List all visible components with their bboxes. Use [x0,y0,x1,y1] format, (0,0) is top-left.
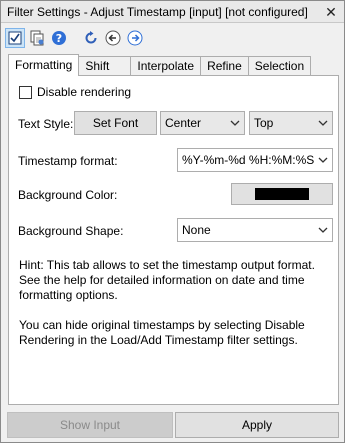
show-input-button[interactable]: Show Input [7,412,173,438]
background-shape-select[interactable]: None [177,218,333,242]
chevron-down-icon [230,120,240,126]
checkbox-toggle-icon[interactable] [5,28,25,48]
hint-paragraph: Hint: This tab allows to set the timesta… [19,258,315,302]
title-bar[interactable]: Filter Settings - Adjust Timestamp [inpu… [1,1,344,23]
timestamp-format-label: Timestamp format: [18,154,118,168]
bottom-bar: Show Input Apply [1,408,344,442]
forward-icon[interactable] [125,28,145,48]
hint-paragraph: You can hide original timestamps by sele… [19,318,305,347]
tab-refine[interactable]: Refine [201,56,249,76]
refresh-icon[interactable] [81,28,101,48]
apply-button[interactable]: Apply [175,412,339,438]
disable-rendering-label: Disable rendering [37,85,132,99]
formatting-panel: Disable rendering Text Style: Set Font C… [8,75,339,405]
svg-text:?: ? [56,32,62,45]
copy-settings-icon[interactable] [27,28,47,48]
timestamp-format-value: %Y-%m-%d %H:%M:%S [182,153,315,167]
hint-text: Hint: This tab allows to set the timesta… [19,258,334,363]
back-icon[interactable] [103,28,123,48]
alignment-select[interactable]: Center [160,111,245,135]
background-shape-label: Background Shape: [18,224,124,238]
chevron-down-icon [318,120,328,126]
background-color-label: Background Color: [18,188,118,202]
toolbar: ? [1,24,344,52]
chevron-down-icon [318,227,328,233]
close-icon[interactable]: ✕ [323,4,339,20]
tab-selection[interactable]: Selection [248,56,312,76]
help-icon[interactable]: ? [49,28,69,48]
window-title: Filter Settings - Adjust Timestamp [inpu… [7,5,308,19]
disable-rendering-checkbox[interactable] [19,85,32,99]
background-color-button[interactable] [231,183,333,205]
alignment-value: Center [165,116,202,130]
disable-rendering-row[interactable]: Disable rendering [19,85,131,99]
background-color-swatch [255,188,309,200]
chevron-down-icon [318,157,328,163]
filter-settings-window: Filter Settings - Adjust Timestamp [inpu… [0,0,345,443]
tab-interpolate[interactable]: Interpolate [131,56,202,76]
position-value: Top [254,116,274,130]
timestamp-format-combo[interactable]: %Y-%m-%d %H:%M:%S [177,148,333,172]
text-style-label: Text Style: [18,117,74,131]
set-font-button[interactable]: Set Font [74,111,157,135]
tab-strip: Formatting Shift Interpolate Refine Sele… [8,54,312,76]
background-shape-value: None [182,223,211,237]
position-select[interactable]: Top [249,111,333,135]
tab-shift[interactable]: Shift [79,56,132,76]
tab-formatting[interactable]: Formatting [8,54,80,76]
